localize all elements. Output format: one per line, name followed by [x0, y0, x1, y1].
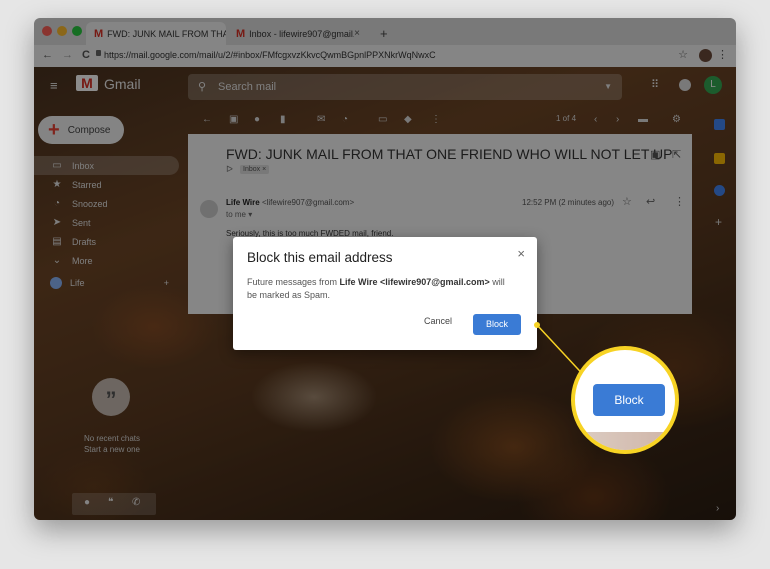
dialog-message-prefix: Future messages from: [247, 277, 340, 287]
dialog-close-icon[interactable]: ×: [517, 246, 525, 261]
dialog-message-sender: Life Wire <lifewire907@gmail.com>: [339, 277, 490, 287]
block-button[interactable]: Block: [473, 314, 521, 335]
block-button-callout: Block: [571, 346, 679, 454]
callout-block-button: Block: [593, 384, 665, 416]
cancel-button[interactable]: Cancel: [424, 316, 452, 326]
dialog-message: Future messages from Life Wire <lifewire…: [247, 276, 517, 302]
dialog-title: Block this email address: [247, 250, 393, 265]
block-dialog: Block this email address × Future messag…: [233, 237, 537, 350]
